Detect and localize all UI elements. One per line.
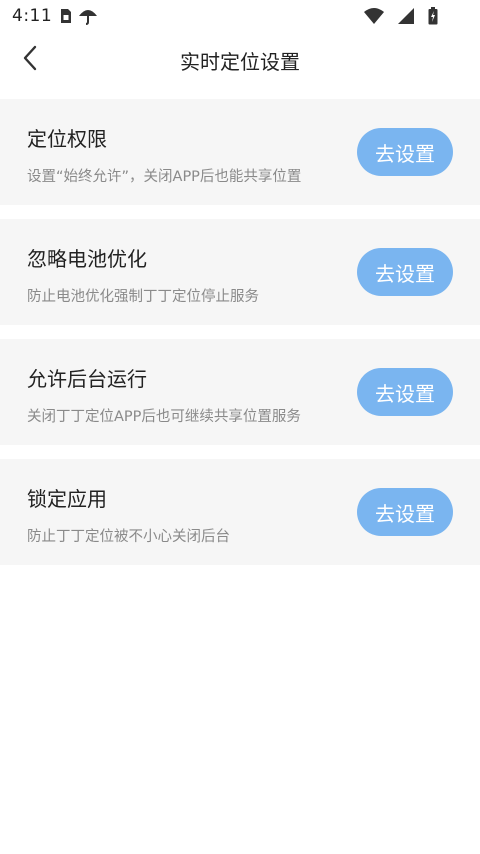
background-run-settings-button[interactable]: 去设置 [357,368,453,416]
lock-app-settings-button[interactable]: 去设置 [357,488,453,536]
back-button[interactable] [10,40,50,80]
battery-icon [428,7,438,25]
setting-card-lock-app: 锁定应用 防止丁丁定位被不小心关闭后台 去设置 [0,459,480,565]
card-description: 防止丁丁定位被不小心关闭后台 [27,529,230,545]
card-description: 关闭丁丁定位APP后也可继续共享位置服务 [27,409,301,425]
page-title: 实时定位设置 [180,49,300,74]
status-bar: 4:11 [0,0,480,32]
sim-card-icon [60,8,72,24]
signal-icon [398,8,414,24]
card-title: 允许后台运行 [27,367,147,391]
card-title: 定位权限 [27,127,107,151]
umbrella-icon [78,7,98,25]
wifi-icon [364,8,384,24]
app-header: 实时定位设置 [0,32,480,88]
location-permission-settings-button[interactable]: 去设置 [357,128,453,176]
setting-card-location-permission: 定位权限 设置“始终允许”，关闭APP后也能共享位置 去设置 [0,99,480,205]
card-title: 锁定应用 [27,487,107,511]
setting-card-background-run: 允许后台运行 关闭丁丁定位APP后也可继续共享位置服务 去设置 [0,339,480,445]
card-description: 设置“始终允许”，关闭APP后也能共享位置 [27,169,302,185]
status-time: 4:11 [12,6,53,26]
card-description: 防止电池优化强制丁丁定位停止服务 [27,289,259,305]
status-right-icons [364,0,444,32]
chevron-left-icon [22,45,38,75]
battery-optimization-settings-button[interactable]: 去设置 [357,248,453,296]
setting-card-battery-optimization: 忽略电池优化 防止电池优化强制丁丁定位停止服务 去设置 [0,219,480,325]
card-title: 忽略电池优化 [27,247,147,271]
